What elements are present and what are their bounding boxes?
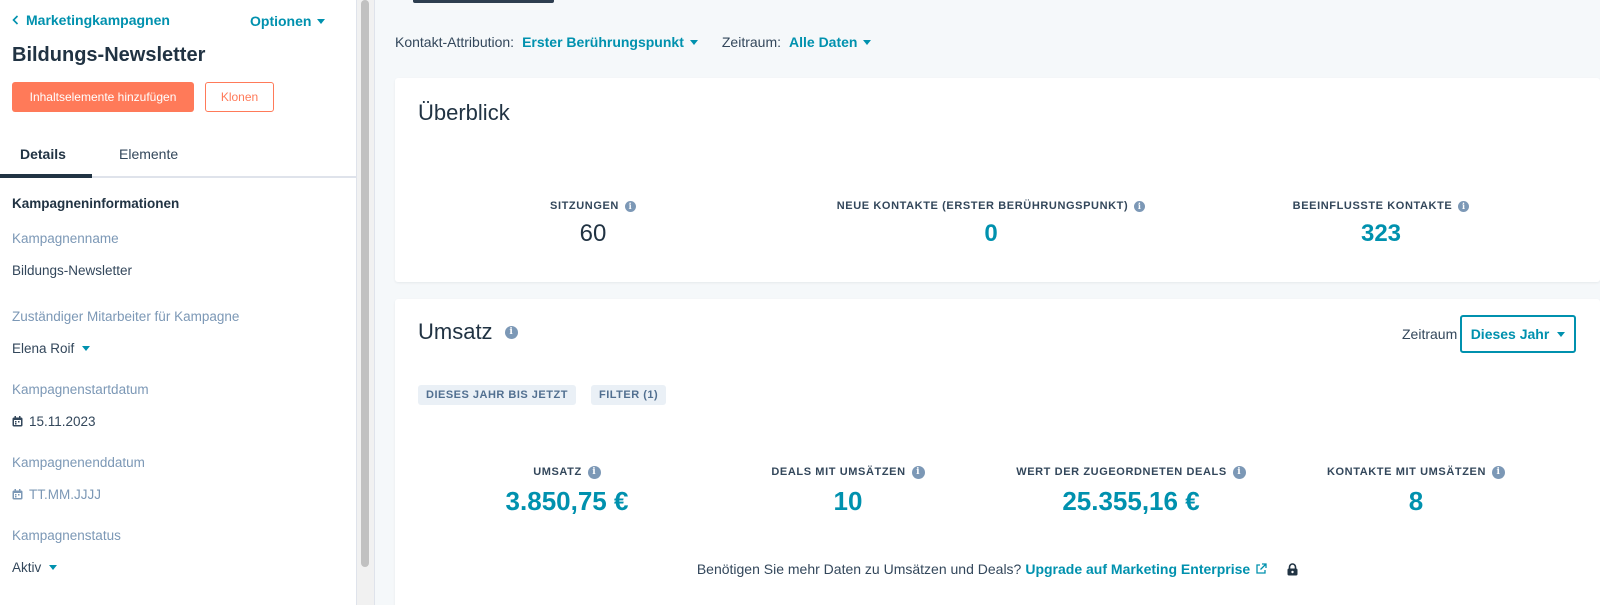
add-content-button[interactable]: Inhaltselemente hinzufügen [12,82,194,112]
stat-value[interactable]: 0 [801,220,1181,248]
stat-label: DEALS MIT UMSÄTZEN [771,466,906,478]
stat-value: 60 [579,220,607,247]
back-link-label: Marketingkampagnen [26,12,170,28]
filter-bar: Kontakt-Attribution: Erster Berührungspu… [395,34,895,50]
info-icon[interactable]: i [1492,465,1506,479]
stat-revenue: UMSATZ i 3.850,75 € [417,462,717,517]
sidebar-scrollbar[interactable] [357,0,375,605]
upgrade-text: Benötigen Sie mehr Daten zu Umsätzen und… [696,561,1022,577]
stat-attributed-deal-value: WERT DER ZUGEORDNETEN DEALS i 25.355,16 € [961,462,1301,517]
attribution-label: Kontakt-Attribution: [395,34,515,50]
end-date-field[interactable]: TT.MM.JJJJ [12,487,101,502]
revenue-period-value: Dieses Jahr [1470,326,1550,342]
chevron-left-icon [12,15,19,25]
external-link-icon [1256,563,1267,574]
end-date-label: Kampagnenenddatum [12,455,145,470]
stat-new-contacts: NEUE KONTAKTE (ERSTER BERÜHRUNGSPUNKT) i … [801,196,1181,248]
campaign-name-value[interactable]: Bildungs-Newsletter [12,263,132,278]
period-label: Zeitraum: [721,34,781,50]
caret-down-icon [1557,331,1566,337]
tag-year-to-date: DIESES JAHR BIS JETZT [418,385,576,405]
campaign-name-text: Bildungs-Newsletter [12,263,133,278]
active-tab-indicator [0,174,92,178]
stat-label: NEUE KONTAKTE (ERSTER BERÜHRUNGSPUNKT) [836,200,1129,212]
start-date-value: 15.11.2023 [29,414,96,429]
stat-value: 25.355,16 € [1062,486,1200,516]
scrollbar-thumb[interactable] [361,0,369,567]
revenue-header: Umsatz i [418,319,518,345]
overview-title: Überblick [418,100,510,125]
stat-sessions: SITZUNGEN i 60 [443,196,743,248]
owner-value: Elena Roif [12,341,75,356]
calendar-icon [12,416,23,427]
status-label: Kampagnenstatus [12,528,121,543]
calendar-icon [12,489,23,500]
revenue-period-dropdown[interactable]: Dieses Jahr [1460,315,1576,353]
caret-down-icon [317,18,326,24]
info-icon[interactable]: i [911,465,925,479]
stat-label: KONTAKTE MIT UMSÄTZEN [1326,466,1487,478]
info-icon[interactable]: i [504,325,518,339]
stat-value[interactable]: 323 [1231,220,1531,248]
stat-value[interactable]: 10 [698,486,998,517]
caret-down-icon [49,565,58,570]
options-dropdown[interactable]: Optionen [250,13,326,29]
options-label: Optionen [250,13,312,29]
start-date-label: Kampagnenstartdatum [12,382,149,397]
stat-label: SITZUNGEN [550,200,619,212]
back-to-campaigns-link[interactable]: Marketingkampagnen [12,12,170,28]
revenue-period-label: Zeitraum [1402,326,1458,342]
top-tab-indicator [413,0,554,3]
period-dropdown[interactable]: Alle Daten [789,34,872,50]
tab-details[interactable]: Details [20,146,66,162]
caret-down-icon [863,39,872,45]
info-icon[interactable]: i [624,200,636,212]
info-icon[interactable]: i [587,465,601,479]
sidebar: Marketingkampagnen Optionen Bildungs-New… [0,0,357,605]
stat-contacts-with-revenue: KONTAKTE MIT UMSÄTZEN i 8 [1266,462,1566,517]
upgrade-prompt: Benötigen Sie mehr Daten zu Umsätzen und… [395,561,1600,577]
info-icon[interactable]: i [1134,200,1146,212]
campaign-info-heading: Kampagneninformationen [12,196,180,211]
info-icon[interactable]: i [1232,465,1246,479]
period-value: Alle Daten [789,34,858,50]
overview-card: Überblick SITZUNGEN i 60 NEUE KONTAKTE (E… [395,78,1600,282]
stat-influenced-contacts: BEEINFLUSSTE KONTAKTE i 323 [1231,196,1531,248]
tag-filter[interactable]: FILTER (1) [591,385,667,405]
status-value: Aktiv [12,560,42,575]
start-date-field[interactable]: 15.11.2023 [12,414,96,429]
clone-button[interactable]: Klonen [205,82,274,112]
lock-icon [1287,562,1298,575]
upgrade-link[interactable]: Upgrade auf Marketing Enterprise [1025,561,1267,577]
caret-down-icon [689,39,698,45]
revenue-title: Umsatz [418,319,493,344]
stat-deals-with-revenue: DEALS MIT UMSÄTZEN i 10 [698,462,998,517]
caret-down-icon [82,346,91,351]
tab-elemente[interactable]: Elemente [119,146,178,162]
info-icon[interactable]: i [1458,200,1470,212]
revenue-card: Umsatz i Zeitraum Dieses Jahr DIESES JAH… [395,299,1600,605]
attribution-dropdown[interactable]: Erster Berührungspunkt [522,34,698,50]
stat-label: UMSATZ [533,466,582,478]
campaign-title: Bildungs-Newsletter [12,44,206,66]
stat-label: BEEINFLUSSTE KONTAKTE [1292,200,1453,212]
stat-label: WERT DER ZUGEORDNETEN DEALS [1016,466,1227,478]
attribution-value: Erster Berührungspunkt [522,34,684,50]
end-date-placeholder: TT.MM.JJJJ [29,487,101,502]
campaign-name-label: Kampagnenname [12,231,119,246]
stat-value[interactable]: 8 [1266,486,1566,517]
upgrade-link-label: Upgrade auf Marketing Enterprise [1025,561,1251,577]
status-dropdown[interactable]: Aktiv [12,560,58,575]
stat-value: 3.850,75 € [505,486,629,516]
owner-dropdown[interactable]: Elena Roif [12,341,91,356]
sidebar-tabs: Details Elemente [0,136,356,178]
owner-label: Zuständiger Mitarbeiter für Kampagne [12,309,240,324]
